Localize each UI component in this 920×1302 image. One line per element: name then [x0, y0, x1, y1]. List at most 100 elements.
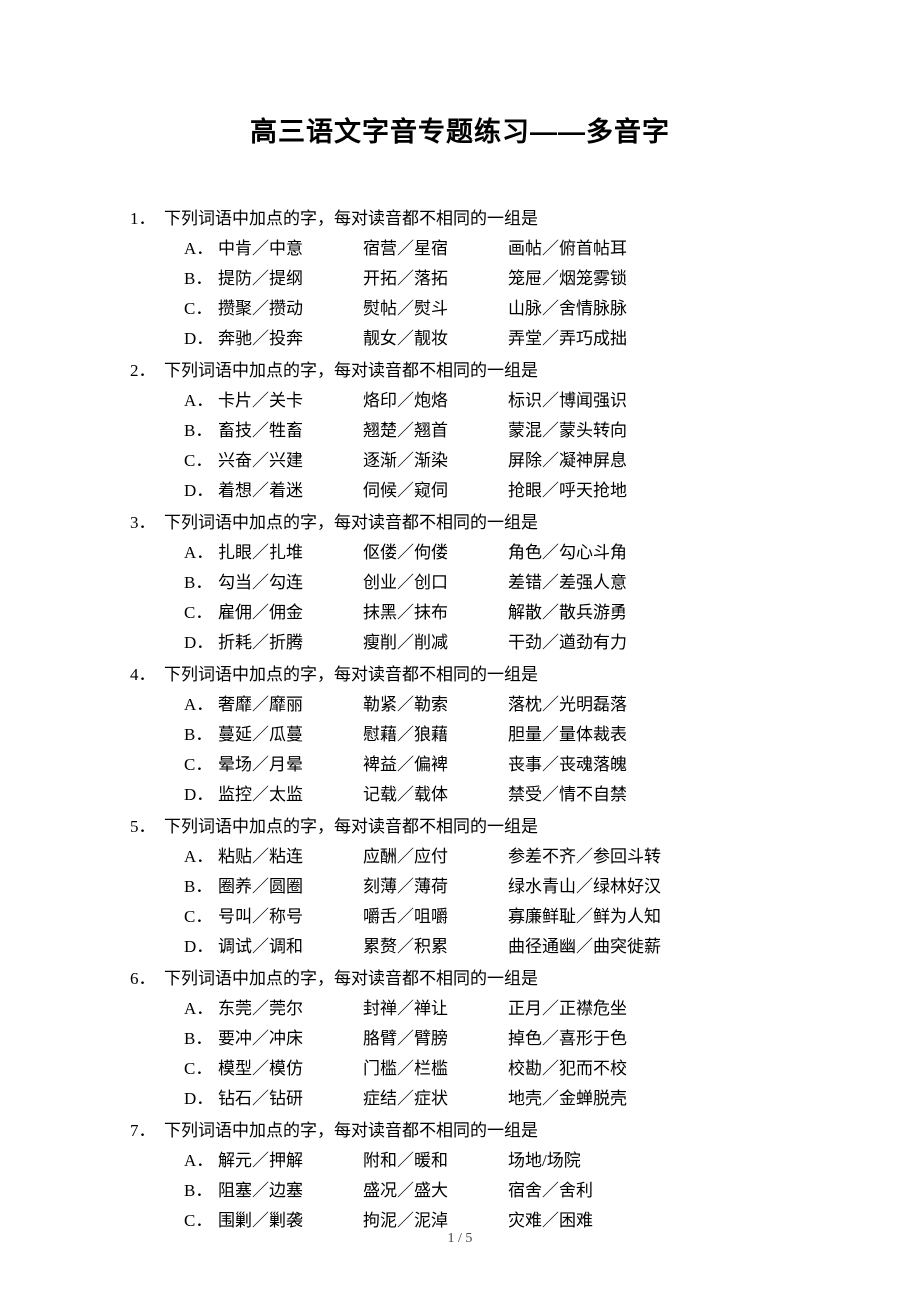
question-number: 2．: [130, 356, 164, 386]
option-pair: 刻薄／薄荷: [363, 872, 508, 902]
option-pair: 胆量／量体裁表: [508, 720, 627, 750]
question-number: 7．: [130, 1116, 164, 1146]
option-pair: 勒紧／勒索: [363, 690, 508, 720]
option-pair: 畜技／牲畜: [218, 416, 363, 446]
option-pair: 翘楚／翘首: [363, 416, 508, 446]
option-pair: 干劲／遒劲有力: [508, 628, 627, 658]
question: 1．下列词语中加点的字，每对读音都不相同的一组是A．中肯／中意宿营／星宿画帖／俯…: [130, 204, 790, 354]
option-letter: A．: [184, 842, 218, 872]
option-letter: D．: [184, 1084, 218, 1114]
option-pair: 模型／模仿: [218, 1054, 363, 1084]
option-row: C．雇佣／佣金抹黑／抹布解散／散兵游勇: [130, 598, 790, 628]
question-stem: 2．下列词语中加点的字，每对读音都不相同的一组是: [130, 356, 790, 386]
option-letter: D．: [184, 780, 218, 810]
option-pair: 山脉／舍情脉脉: [508, 294, 627, 324]
option-row: A．卡片／关卡烙印／炮烙标识／博闻强识: [130, 386, 790, 416]
question: 7．下列词语中加点的字，每对读音都不相同的一组是A．解元／押解附和／暖和场地/场…: [130, 1116, 790, 1236]
option-row: C．模型／模仿门槛／栏槛校勘／犯而不校: [130, 1054, 790, 1084]
question-stem: 6．下列词语中加点的字，每对读音都不相同的一组是: [130, 964, 790, 994]
option-pair: 伺候／窥伺: [363, 476, 508, 506]
option-pair: 圈养／圆圈: [218, 872, 363, 902]
option-pair: 封禅／禅让: [363, 994, 508, 1024]
option-letter: D．: [184, 932, 218, 962]
question: 4．下列词语中加点的字，每对读音都不相同的一组是A．奢靡／靡丽勒紧／勒索落枕／光…: [130, 660, 790, 810]
option-pair: 屏除／凝神屏息: [508, 446, 627, 476]
page-number-footer: 1 / 5: [0, 1231, 920, 1247]
question-stem-text: 下列词语中加点的字，每对读音都不相同的一组是: [164, 964, 538, 994]
option-pair: 蒙混／蒙头转向: [508, 416, 627, 446]
option-pair: 门槛／栏槛: [363, 1054, 508, 1084]
option-row: B．勾当／勾连创业／创口差错／差强人意: [130, 568, 790, 598]
question: 3．下列词语中加点的字，每对读音都不相同的一组是A．扎眼／扎堆伛偻／佝偻角色／勾…: [130, 508, 790, 658]
option-row: B．蔓延／瓜蔓慰藉／狼藉胆量／量体裁表: [130, 720, 790, 750]
option-pair: 禁受／情不自禁: [508, 780, 627, 810]
option-letter: B．: [184, 1176, 218, 1206]
option-pair: 丧事／丧魂落魄: [508, 750, 627, 780]
option-row: B．阻塞／边塞盛况／盛大宿舍／舍利: [130, 1176, 790, 1206]
option-pair: 烙印／炮烙: [363, 386, 508, 416]
option-pair: 胳臂／臂膀: [363, 1024, 508, 1054]
option-pair: 绿水青山／绿林好汉: [508, 872, 661, 902]
option-pair: 折耗／折腾: [218, 628, 363, 658]
option-row: C．号叫／称号嚼舌／咀嚼寡廉鲜耻／鲜为人知: [130, 902, 790, 932]
option-row: A．东莞／莞尔封禅／禅让正月／正襟危坐: [130, 994, 790, 1024]
option-pair: 奔驰／投奔: [218, 324, 363, 354]
question: 6．下列词语中加点的字，每对读音都不相同的一组是A．东莞／莞尔封禅／禅让正月／正…: [130, 964, 790, 1114]
option-letter: A．: [184, 1146, 218, 1176]
question-stem-text: 下列词语中加点的字，每对读音都不相同的一组是: [164, 660, 538, 690]
option-pair: 角色／勾心斗角: [508, 538, 627, 568]
option-pair: 抹黑／抹布: [363, 598, 508, 628]
option-row: D．奔驰／投奔靓女／靓妆弄堂／弄巧成拙: [130, 324, 790, 354]
option-pair: 解散／散兵游勇: [508, 598, 627, 628]
question-number: 1．: [130, 204, 164, 234]
option-pair: 逐渐／渐染: [363, 446, 508, 476]
question: 2．下列词语中加点的字，每对读音都不相同的一组是A．卡片／关卡烙印／炮烙标识／博…: [130, 356, 790, 506]
option-letter: B．: [184, 1024, 218, 1054]
option-pair: 裨益／偏裨: [363, 750, 508, 780]
option-pair: 中肯／中意: [218, 234, 363, 264]
option-pair: 寡廉鲜耻／鲜为人知: [508, 902, 661, 932]
option-row: B．要冲／冲床胳臂／臂膀掉色／喜形于色: [130, 1024, 790, 1054]
option-letter: D．: [184, 324, 218, 354]
option-row: A．奢靡／靡丽勒紧／勒索落枕／光明磊落: [130, 690, 790, 720]
option-pair: 粘贴／粘连: [218, 842, 363, 872]
option-pair: 累赘／积累: [363, 932, 508, 962]
option-letter: B．: [184, 720, 218, 750]
option-row: B．提防／提纲开拓／落拓笼屉／烟笼雾锁: [130, 264, 790, 294]
option-pair: 弄堂／弄巧成拙: [508, 324, 627, 354]
option-letter: A．: [184, 234, 218, 264]
option-row: C．攒聚／攒动熨帖／熨斗山脉／舍情脉脉: [130, 294, 790, 324]
option-pair: 解元／押解: [218, 1146, 363, 1176]
option-pair: 抢眼／呼天抢地: [508, 476, 627, 506]
option-pair: 正月／正襟危坐: [508, 994, 627, 1024]
option-pair: 盛况／盛大: [363, 1176, 508, 1206]
option-pair: 记载／载体: [363, 780, 508, 810]
option-pair: 晕场／月晕: [218, 750, 363, 780]
option-letter: B．: [184, 872, 218, 902]
option-pair: 扎眼／扎堆: [218, 538, 363, 568]
option-letter: A．: [184, 386, 218, 416]
option-row: A．解元／押解附和／暖和场地/场院: [130, 1146, 790, 1176]
option-row: D．着想／着迷伺候／窥伺抢眼／呼天抢地: [130, 476, 790, 506]
option-row: A．中肯／中意宿营／星宿画帖／俯首帖耳: [130, 234, 790, 264]
option-pair: 着想／着迷: [218, 476, 363, 506]
option-pair: 应酬／应付: [363, 842, 508, 872]
option-pair: 嚼舌／咀嚼: [363, 902, 508, 932]
option-pair: 钻石／钻研: [218, 1084, 363, 1114]
option-letter: D．: [184, 476, 218, 506]
option-row: B．圈养／圆圈刻薄／薄荷绿水青山／绿林好汉: [130, 872, 790, 902]
option-pair: 兴奋／兴建: [218, 446, 363, 476]
option-pair: 掉色／喜形于色: [508, 1024, 627, 1054]
option-letter: A．: [184, 538, 218, 568]
option-letter: C．: [184, 902, 218, 932]
option-letter: B．: [184, 416, 218, 446]
option-pair: 靓女／靓妆: [363, 324, 508, 354]
option-letter: A．: [184, 994, 218, 1024]
questions-container: 1．下列词语中加点的字，每对读音都不相同的一组是A．中肯／中意宿营／星宿画帖／俯…: [130, 204, 790, 1236]
document-title: 高三语文字音专题练习——多音字: [130, 110, 790, 149]
question-stem-text: 下列词语中加点的字，每对读音都不相同的一组是: [164, 812, 538, 842]
option-row: A．粘贴／粘连应酬／应付参差不齐／参回斗转: [130, 842, 790, 872]
question-number: 4．: [130, 660, 164, 690]
option-pair: 勾当／勾连: [218, 568, 363, 598]
question-stem: 1．下列词语中加点的字，每对读音都不相同的一组是: [130, 204, 790, 234]
